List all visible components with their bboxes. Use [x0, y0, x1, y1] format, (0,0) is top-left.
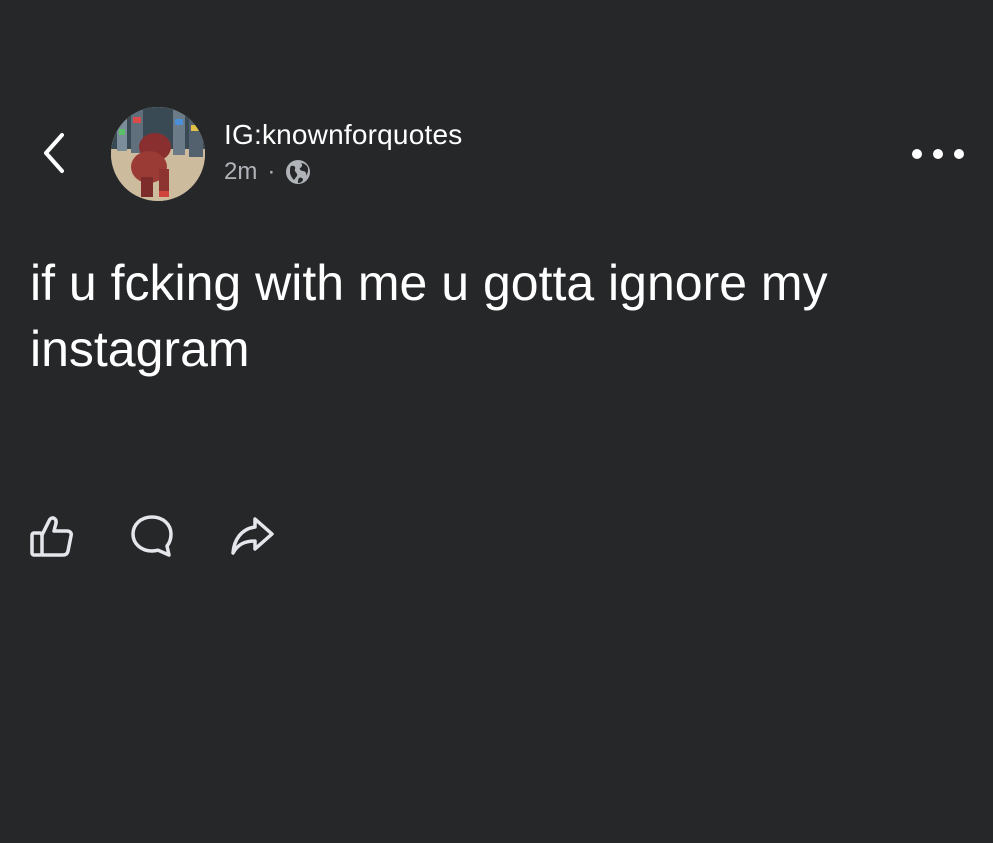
comment-button[interactable]	[128, 512, 176, 560]
post-screen: IG:knownforquotes 2m · if u fcking with …	[0, 0, 993, 843]
avatar[interactable]	[111, 107, 205, 201]
username[interactable]: IG:knownforquotes	[224, 118, 462, 152]
globe-icon	[286, 160, 311, 184]
more-options-button[interactable]	[912, 138, 964, 170]
share-button[interactable]	[228, 512, 276, 560]
more-dot	[954, 149, 964, 159]
author-block: IG:knownforquotes 2m ·	[224, 118, 462, 188]
comment-bubble-icon	[131, 515, 173, 557]
post-actions	[28, 512, 276, 560]
post-meta: 2m ·	[224, 156, 462, 188]
back-button[interactable]	[34, 128, 74, 178]
share-arrow-icon	[231, 517, 274, 555]
post-text: if u fcking with me u gotta ignore my in…	[30, 255, 828, 377]
avatar-photo	[111, 107, 205, 201]
more-dot	[933, 149, 943, 159]
chevron-left-icon	[44, 133, 64, 173]
timestamp: 2m	[224, 158, 258, 185]
more-horizontal-icon	[912, 149, 922, 159]
thumbs-up-icon	[30, 516, 73, 557]
like-button[interactable]	[28, 512, 76, 560]
meta-separator: ·	[267, 158, 276, 185]
